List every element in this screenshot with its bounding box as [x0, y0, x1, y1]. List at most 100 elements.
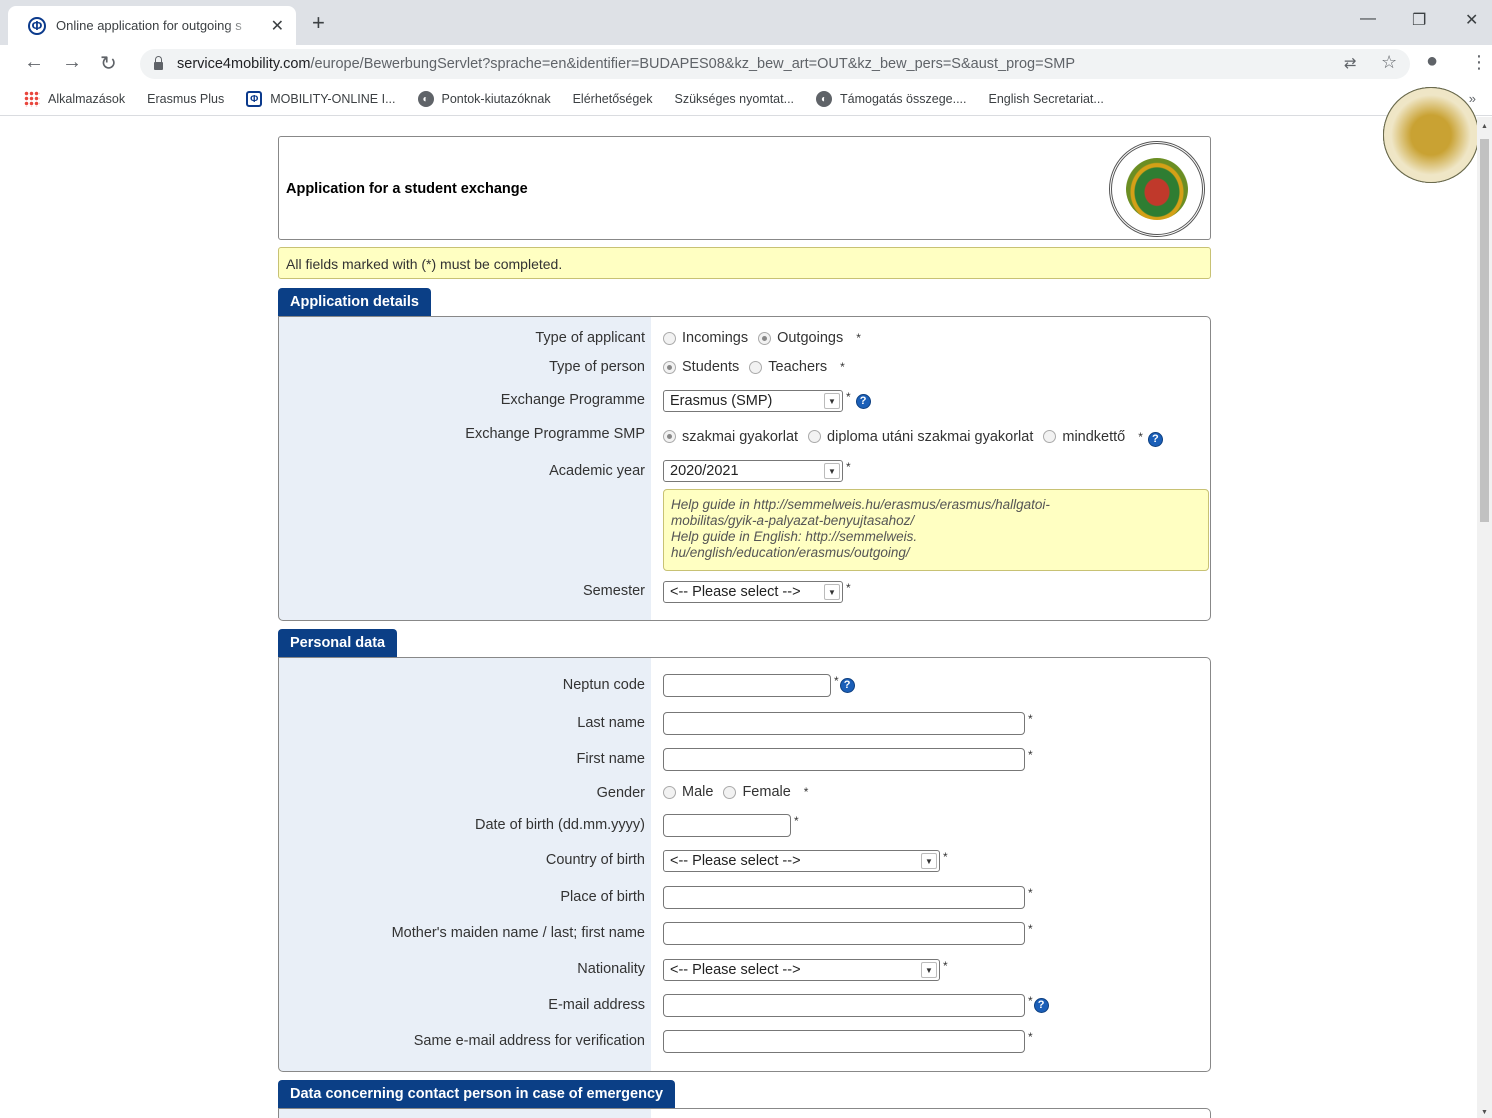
teachers-radio[interactable]: [749, 360, 763, 374]
page-title: Application for a student exchange: [286, 181, 528, 197]
country-of-birth-select[interactable]: <-- Please select --> ▼: [663, 850, 940, 872]
students-radio[interactable]: [663, 360, 676, 374]
bookmark-erasmus-plus[interactable]: Erasmus Plus: [147, 87, 1479, 183]
bookmark-english-secretariat[interactable]: English Secretariat...: [988, 87, 1479, 183]
email-input[interactable]: [663, 994, 1025, 1017]
semester-label: Semester: [582, 583, 645, 599]
bookmark-tamogatas[interactable]: ◐ Támogatás összege....: [816, 91, 966, 107]
scroll-thumb[interactable]: [1480, 139, 1489, 522]
help-icon[interactable]: ?: [839, 678, 855, 693]
help-guide-line: Help guide in English: http://semmelweis…: [671, 529, 918, 544]
diploma-utani-radio[interactable]: [808, 430, 822, 443]
reload-icon[interactable]: ↻: [100, 51, 117, 76]
personal-data-section: Neptun code * ? Last name * First name *…: [278, 657, 1211, 1072]
application-page: Application for a student exchange All f…: [278, 117, 1212, 1118]
help-guide-line: Help guide in http://semmelweis.hu/erasm…: [671, 497, 1050, 512]
browser-tab[interactable]: Φ Online application for outgoing s ✕: [8, 6, 296, 45]
date-of-birth-input[interactable]: [663, 814, 791, 837]
menu-icon[interactable]: ⋮: [1470, 52, 1488, 73]
required-mark: *: [1028, 712, 1033, 726]
help-icon[interactable]: ?: [855, 393, 871, 409]
students-label: Students: [682, 359, 740, 375]
page-header: Application for a student exchange: [278, 136, 1211, 240]
help-guide-line: hu/english/education/erasmus/outgoing/: [671, 545, 910, 560]
incomings-radio[interactable]: [663, 331, 676, 345]
bookmark-elerhetosegek[interactable]: Elérhetőségek: [573, 87, 1479, 183]
tab-emergency-contact: Data concerning contact person in case o…: [278, 1080, 676, 1109]
type-of-person-field: Students Teachers *: [663, 359, 845, 375]
tab-close-icon[interactable]: ✕: [271, 16, 284, 36]
required-mark: *: [1138, 429, 1143, 444]
male-radio[interactable]: [663, 785, 676, 799]
bookmarks-more-icon[interactable]: »: [1469, 91, 1476, 106]
bookmark-star-icon[interactable]: ☆: [1381, 52, 1397, 73]
email-verify-input[interactable]: [663, 1030, 1025, 1053]
place-of-birth-field: *: [663, 886, 1033, 909]
male-label: Male: [682, 784, 714, 800]
back-icon[interactable]: ←: [24, 51, 44, 74]
bookmark-szukseges[interactable]: Szükséges nyomtat...: [675, 87, 1479, 183]
chevron-down-icon: ▼: [921, 962, 937, 978]
address-bar[interactable]: service4mobility.com/europe/BewerbungSer…: [140, 49, 1410, 79]
scroll-down-icon[interactable]: ▼: [1481, 1109, 1488, 1116]
last-name-label: Last name: [577, 715, 645, 731]
profile-icon[interactable]: ●: [1426, 50, 1438, 73]
email-field: * ?: [663, 994, 1049, 1017]
new-tab-button[interactable]: +: [312, 10, 325, 36]
place-of-birth-input[interactable]: [663, 886, 1025, 909]
date-of-birth-field: *: [663, 814, 799, 837]
szakmai-gyakorlat-label: szakmai gyakorlat: [682, 428, 799, 445]
exchange-programme-label: Exchange Programme: [500, 392, 645, 408]
bookmark-mobility-online[interactable]: Φ MOBILITY-ONLINE I...: [246, 91, 396, 107]
place-of-birth-label: Place of birth: [560, 889, 645, 905]
restore-icon[interactable]: ❐: [1412, 10, 1426, 30]
forward-icon[interactable]: →: [62, 51, 82, 74]
email-verify-label: Same e-mail address for verification: [413, 1033, 645, 1049]
diploma-utani-label: diploma utáni szakmai gyakorlat: [827, 428, 1034, 445]
szakmai-gyakorlat-radio[interactable]: [663, 430, 676, 443]
bookmark-pontok[interactable]: ◐ Pontok-kiutazóknak: [417, 91, 551, 107]
seal-icon: [1383, 87, 1479, 183]
required-mark: *: [803, 785, 809, 799]
email-label: E-mail address: [548, 997, 645, 1013]
outgoings-radio[interactable]: [758, 331, 772, 345]
type-of-applicant-label: Type of applicant: [535, 330, 645, 346]
mindketto-label: mindkettő: [1062, 428, 1126, 445]
last-name-input[interactable]: [663, 712, 1025, 735]
academic-year-label: Academic year: [549, 463, 645, 479]
academic-year-value: 2020/2021: [670, 463, 739, 479]
help-guide-box: Help guide in http://semmelweis.hu/erasm…: [663, 489, 1209, 571]
first-name-input[interactable]: [663, 748, 1025, 771]
mindketto-radio[interactable]: [1043, 430, 1057, 443]
mothers-maiden-name-input[interactable]: [663, 922, 1025, 945]
page-scrollbar[interactable]: ▲ ▼: [1477, 117, 1492, 1118]
exchange-programme-select[interactable]: Erasmus (SMP) ▼: [663, 390, 843, 412]
help-icon[interactable]: ?: [1147, 432, 1163, 447]
mobility-online-icon: Φ: [246, 91, 263, 107]
date-of-birth-label: Date of birth (dd.mm.yyyy): [474, 817, 645, 833]
tab-personal-data: Personal data: [278, 629, 398, 658]
lock-icon[interactable]: [154, 56, 163, 70]
bookmark-apps[interactable]: Alkalmazások: [24, 91, 125, 107]
female-radio[interactable]: [723, 785, 737, 799]
semester-select[interactable]: <-- Please select --> ▼: [663, 581, 843, 603]
translate-icon[interactable]: ⇄: [1344, 54, 1357, 72]
required-fields-notice: All fields marked with (*) must be compl…: [278, 247, 1211, 279]
nationality-label: Nationality: [577, 961, 645, 977]
globe-icon: ◐: [816, 91, 833, 107]
nationality-select[interactable]: <-- Please select --> ▼: [663, 959, 940, 981]
required-mark: *: [846, 581, 851, 595]
required-mark: *: [846, 390, 851, 404]
academic-year-select[interactable]: 2020/2021 ▼: [663, 460, 843, 482]
country-of-birth-field: <-- Please select --> ▼ *: [663, 850, 948, 872]
browser-toolbar: ← → ↻ service4mobility.com/europe/Bewerb…: [0, 45, 1492, 83]
required-mark: *: [943, 850, 948, 864]
scroll-up-icon[interactable]: ▲: [1481, 123, 1488, 130]
required-mark: *: [1028, 922, 1033, 936]
neptun-code-input[interactable]: [663, 674, 831, 697]
chevron-down-icon: ▼: [921, 853, 937, 869]
minimize-icon[interactable]: —: [1360, 10, 1376, 28]
exchange-programme-smp-label: Exchange Programme SMP: [465, 426, 645, 442]
help-icon[interactable]: ?: [1033, 998, 1049, 1013]
window-close-icon[interactable]: ✕: [1465, 10, 1478, 30]
